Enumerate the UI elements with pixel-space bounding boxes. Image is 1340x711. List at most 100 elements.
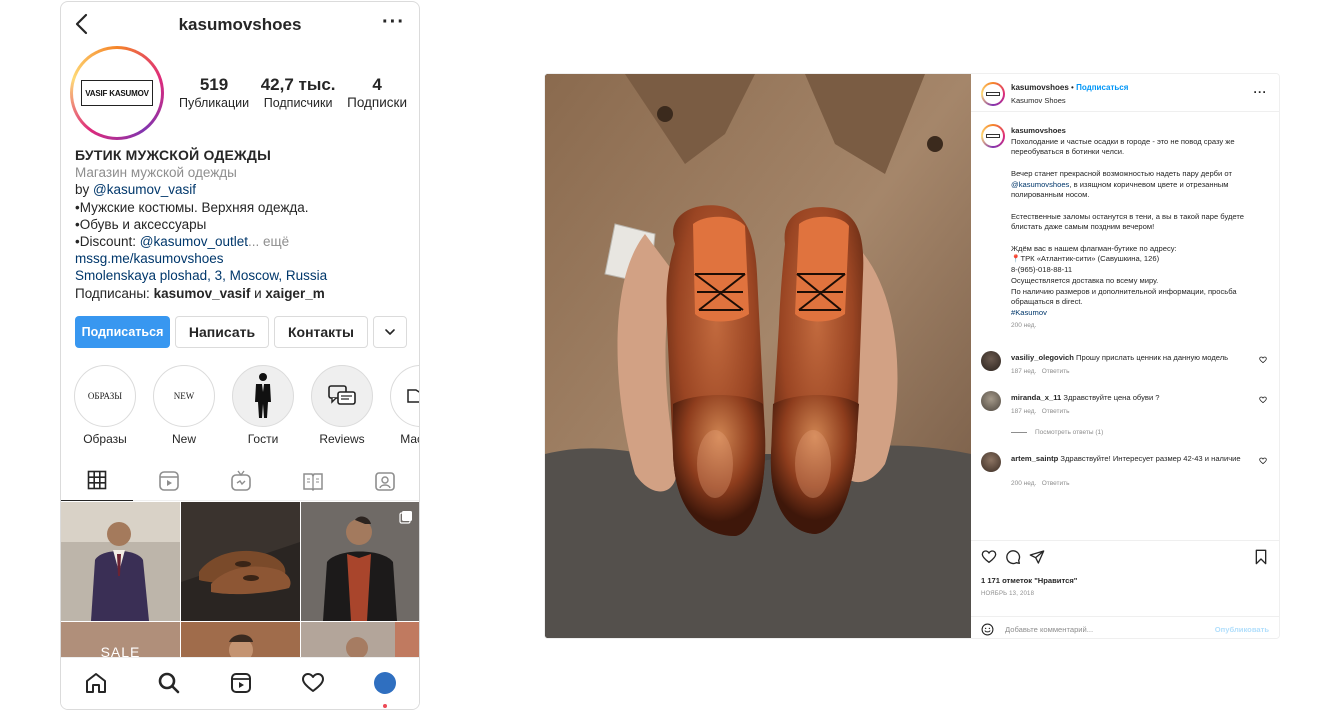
share-paper-plane-icon[interactable] <box>1029 549 1045 565</box>
highlight-obrazy[interactable]: ОБРАЗЫ Образы <box>73 365 137 446</box>
brand-logo: VASIF KASUMOV <box>81 80 153 106</box>
grid-post[interactable] <box>301 622 419 662</box>
publish-button[interactable]: Опубликовать <box>1215 625 1269 634</box>
post-date: НОЯБРЬ 13, 2018 <box>981 591 1035 597</box>
bio-by-link[interactable]: @kasumov_vasif <box>93 182 196 197</box>
highlight-cover <box>232 365 294 427</box>
tab-igtv[interactable] <box>205 460 277 501</box>
bio-website-link[interactable]: mssg.me/kasumovshoes <box>75 250 415 267</box>
more-options-icon[interactable]: ··· <box>382 11 405 34</box>
highlight-cover: NEW <box>153 365 215 427</box>
commenter-avatar[interactable] <box>981 452 1001 472</box>
followed-by-user[interactable]: kasumov_vasif <box>154 286 251 301</box>
stat-value: 519 <box>199 75 229 94</box>
bio-more-link[interactable]: ... ещё <box>248 234 289 249</box>
bio-address-link[interactable]: Smolenskaya ploshad, 3, Moscow, Russia <box>75 267 415 284</box>
bio-by-line: by @kasumov_vasif <box>75 181 415 198</box>
followed-by-user[interactable]: xaiger_m <box>265 286 324 301</box>
heart-icon[interactable] <box>1259 396 1267 404</box>
reels-icon <box>231 673 251 693</box>
caption-mention-link[interactable]: @kasumovshoes <box>1011 180 1069 189</box>
caption-hashtag-link[interactable]: #Kasumov <box>1011 308 1267 319</box>
avatar[interactable]: VASIF KASUMOV <box>70 46 164 140</box>
stat-following[interactable]: 4 Подписки <box>347 75 407 111</box>
grid-post[interactable] <box>181 622 300 662</box>
comment-meta: 200 нед. Ответить <box>1011 480 1070 487</box>
tab-grid[interactable] <box>61 460 133 501</box>
highlight-master[interactable]: Мастер <box>389 365 419 446</box>
igtv-icon <box>231 470 251 491</box>
stat-value: 42,7 тыс. <box>260 75 336 94</box>
nav-activity[interactable] <box>300 670 326 696</box>
profile-category: Магазин мужской одежды <box>75 165 237 181</box>
commenter-username[interactable]: vasiliy_olegovich <box>1011 353 1074 362</box>
comment-body: Прошу прислать ценник на данную модель <box>1076 353 1229 362</box>
post-sidebar: kasumovshoes • Подписаться Kasumov Shoes… <box>971 74 1279 638</box>
highlight-new[interactable]: NEW New <box>152 365 216 446</box>
caption-author-avatar[interactable] <box>981 124 1005 148</box>
suggestions-dropdown-button[interactable] <box>373 316 407 348</box>
message-button[interactable]: Написать <box>175 316 269 348</box>
bookmark-icon[interactable] <box>1253 549 1269 565</box>
tagged-icon <box>375 471 395 491</box>
comment-time: 187 нед. <box>1011 408 1037 415</box>
grid-post[interactable] <box>301 502 419 621</box>
more-options-icon[interactable]: ··· <box>1254 85 1268 99</box>
chevron-down-icon <box>385 329 395 335</box>
post-follow-button[interactable]: Подписаться <box>1076 83 1128 92</box>
highlight-label: Гости <box>247 432 279 446</box>
commenter-username[interactable]: artem_saintp <box>1011 454 1058 463</box>
bottom-nav <box>61 657 419 709</box>
emoji-icon[interactable] <box>981 623 994 636</box>
heart-icon[interactable] <box>1259 356 1267 364</box>
grid-post[interactable] <box>181 502 300 621</box>
nav-reels[interactable] <box>228 670 254 696</box>
post-author-username[interactable]: kasumovshoes <box>1011 83 1069 92</box>
highlight-reviews[interactable]: Reviews <box>310 365 374 446</box>
comment-input[interactable] <box>1005 622 1195 636</box>
reply-link[interactable]: Ответить <box>1042 408 1070 415</box>
comment-body: Здравствуйте цена обуви ? <box>1063 393 1160 402</box>
grid-post[interactable] <box>61 502 180 621</box>
commenter-avatar[interactable] <box>981 351 1001 371</box>
post-location[interactable]: Kasumov Shoes <box>1011 96 1066 105</box>
stat-followers[interactable]: 42,7 тыс. Подписчики <box>261 75 336 111</box>
likes-count[interactable]: 1 171 отметок "Нравится" <box>981 576 1077 585</box>
tab-guides[interactable] <box>277 460 349 501</box>
comment-time: 200 нед. <box>1011 480 1037 487</box>
nav-home[interactable] <box>83 670 109 696</box>
profile-bio: БУТИК МУЖСКОЙ ОДЕЖДЫ Магазин мужской оде… <box>75 147 415 302</box>
shoes-photo <box>181 502 300 621</box>
man-in-suit-photo <box>61 502 180 621</box>
reels-icon <box>159 470 179 491</box>
bio-discount-link[interactable]: @kasumov_outlet <box>140 234 248 249</box>
post-header: kasumovshoes • Подписаться Kasumov Shoes… <box>971 74 1279 112</box>
grid-post[interactable]: SALE <box>61 622 180 662</box>
nav-profile[interactable] <box>372 670 398 696</box>
highlight-gosti[interactable]: Гости <box>231 365 295 446</box>
post-image[interactable] <box>545 74 971 638</box>
profile-avatar-icon <box>374 672 396 694</box>
caption-line: Ждём вас в нашем флагман-бутике по адрес… <box>1011 243 1177 253</box>
profile-tabs <box>61 460 419 501</box>
bio-discount-line: •Discount: @kasumov_outlet... ещё <box>75 233 415 250</box>
commenter-username[interactable]: miranda_x_11 <box>1011 393 1061 402</box>
post-caption: kasumovshoes Похолодание и частые осадки… <box>1011 126 1267 331</box>
post-author-avatar[interactable] <box>981 82 1005 106</box>
tab-reels[interactable] <box>133 460 205 501</box>
reply-link[interactable]: Ответить <box>1042 368 1070 375</box>
view-replies-link[interactable]: Посмотреть ответы (1) <box>1011 429 1103 436</box>
stat-posts[interactable]: 519 Публикации <box>179 75 249 111</box>
caption-line: По наличию размеров и дополнительной инф… <box>1011 286 1237 307</box>
separator-dot: • <box>1071 83 1074 92</box>
heart-icon[interactable] <box>1259 457 1267 465</box>
commenter-avatar[interactable] <box>981 391 1001 411</box>
follow-button[interactable]: Подписаться <box>75 316 170 348</box>
contacts-button[interactable]: Контакты <box>274 316 368 348</box>
like-heart-icon[interactable] <box>981 549 997 565</box>
caption-username[interactable]: kasumovshoes <box>1011 126 1267 137</box>
reply-link[interactable]: Ответить <box>1042 480 1070 487</box>
comment-bubble-icon[interactable] <box>1005 549 1021 565</box>
nav-search[interactable] <box>156 670 182 696</box>
tab-tagged[interactable] <box>349 460 419 501</box>
